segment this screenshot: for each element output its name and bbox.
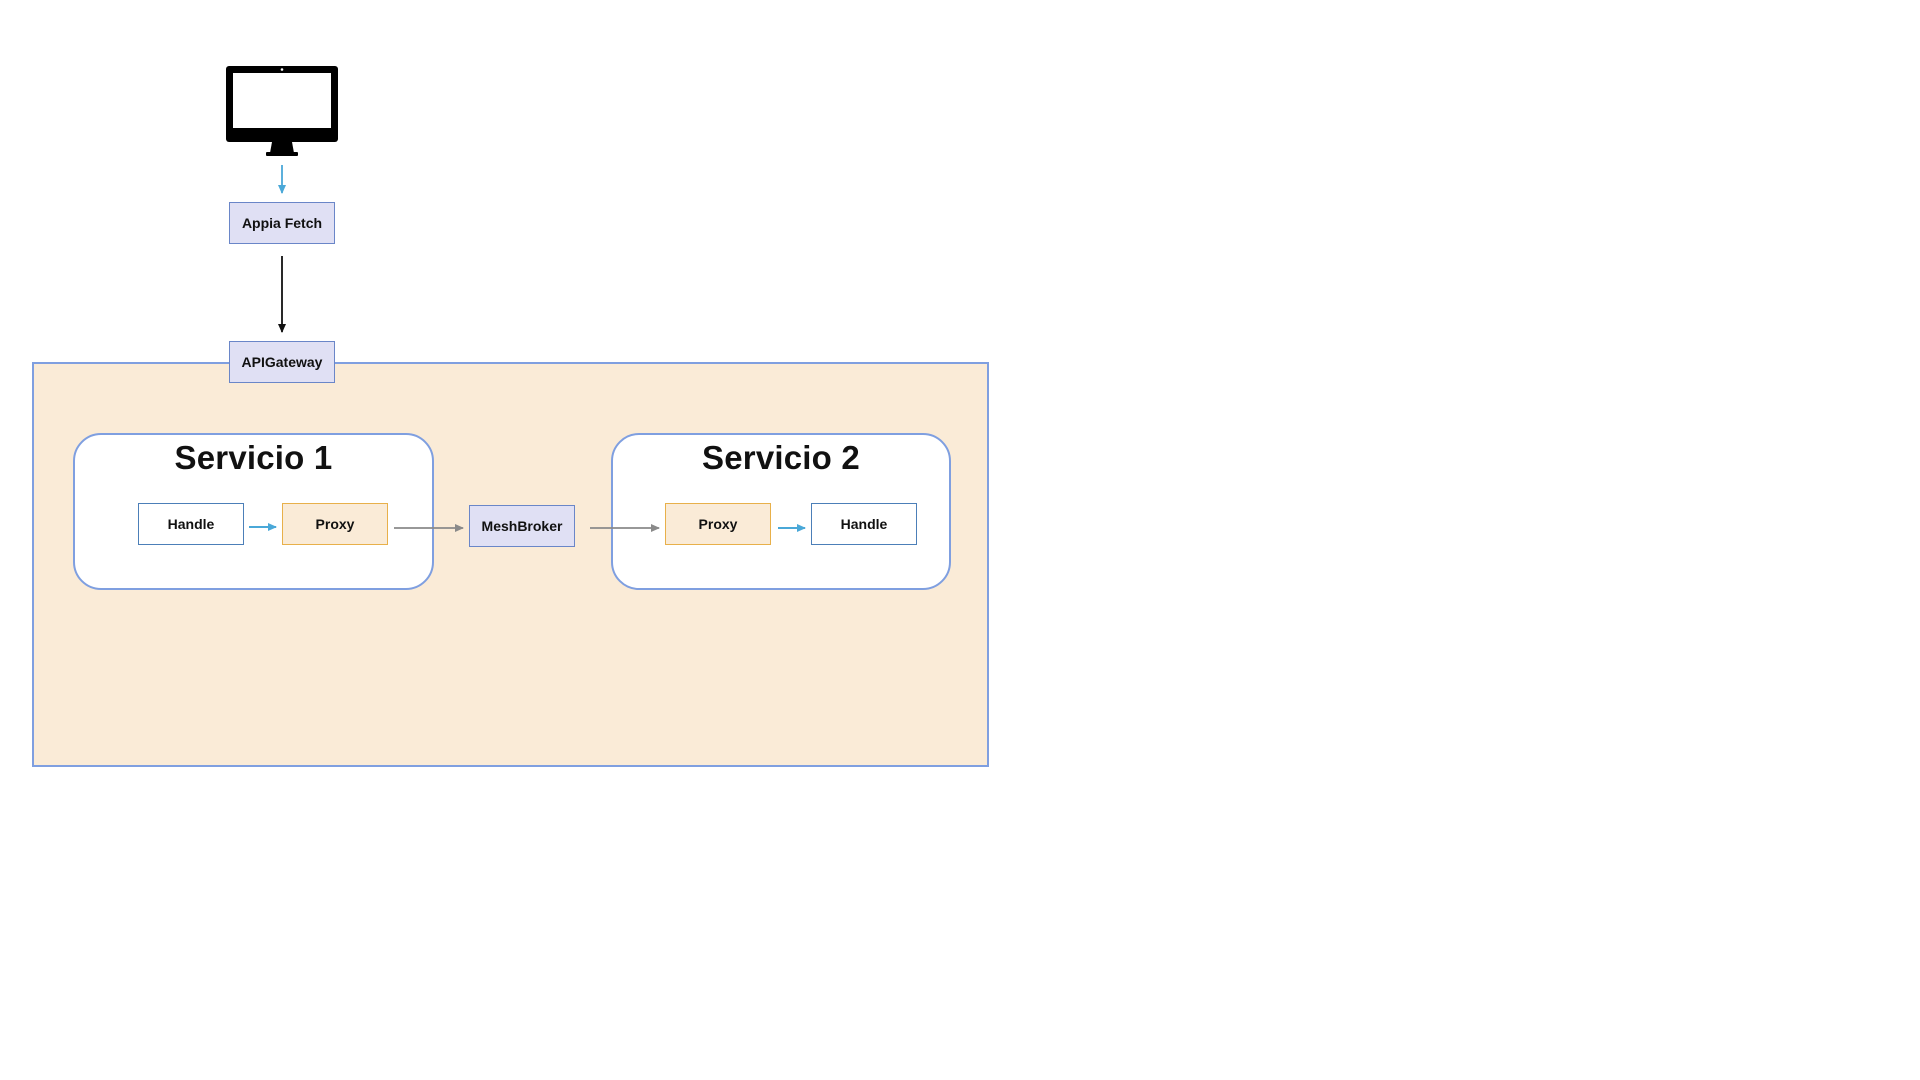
appia-fetch-node[interactable]: Appia Fetch	[229, 202, 335, 244]
computer-monitor-icon	[226, 66, 338, 158]
api-gateway-label: APIGateway	[241, 354, 323, 370]
service-1-proxy-node[interactable]: Proxy	[282, 503, 388, 545]
service-1-handle-node[interactable]: Handle	[138, 503, 244, 545]
mesh-broker-node[interactable]: MeshBroker	[469, 505, 575, 547]
service-1-proxy-label: Proxy	[315, 516, 355, 532]
api-gateway-node[interactable]: APIGateway	[229, 341, 335, 383]
service-2-handle-label: Handle	[840, 516, 888, 532]
service-2-handle-node[interactable]: Handle	[811, 503, 917, 545]
service-2-title: Servicio 2	[702, 439, 860, 476]
service-2-proxy-node[interactable]: Proxy	[665, 503, 771, 545]
service-1-handle-label: Handle	[167, 516, 215, 532]
service-1-title: Servicio 1	[174, 439, 333, 476]
service-2-proxy-label: Proxy	[698, 516, 738, 532]
appia-fetch-label: Appia Fetch	[241, 215, 323, 231]
mesh-broker-label: MeshBroker	[481, 518, 563, 534]
